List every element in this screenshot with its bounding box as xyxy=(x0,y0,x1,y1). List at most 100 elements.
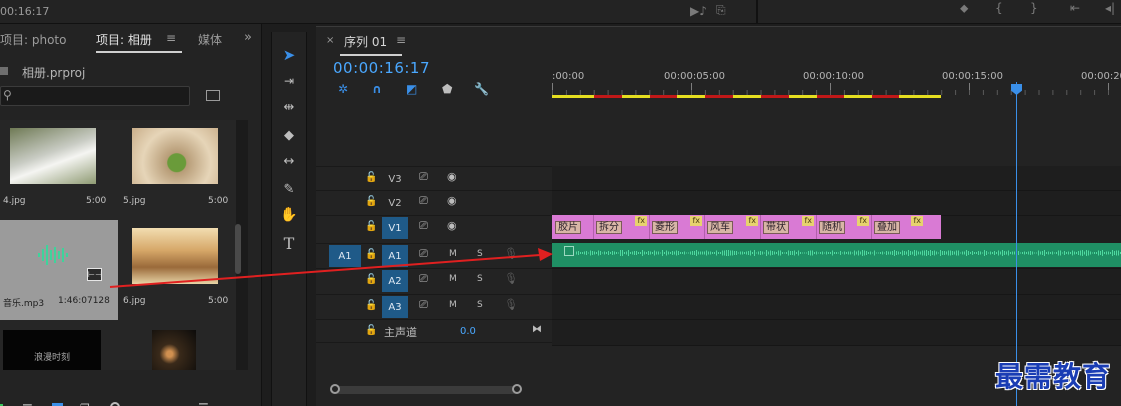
panel-overflow-icon[interactable]: » xyxy=(244,30,252,45)
solo-button[interactable]: S xyxy=(477,274,483,284)
media-item-5jpg[interactable]: 5.jpg 5:00 xyxy=(118,120,236,220)
waveform-bar xyxy=(620,250,621,256)
media-item-title[interactable]: 浪漫时刻 xyxy=(0,320,118,370)
source-patch-a1[interactable]: A1 xyxy=(329,245,361,267)
chevron-down-icon[interactable]: ⌄ xyxy=(222,401,230,406)
audio-clip-music[interactable] xyxy=(552,243,1121,267)
go-to-in-icon[interactable]: ⇤ xyxy=(1070,1,1080,15)
playhead-timecode[interactable]: 00:00:16:17 xyxy=(333,59,430,77)
tab-menu-icon[interactable]: ≡ xyxy=(166,31,176,45)
video-clip[interactable]: 拆分 fx xyxy=(594,215,650,239)
media-item-4jpg[interactable]: 4.jpg 5:00 xyxy=(0,120,118,220)
track-target-v1[interactable]: V1 xyxy=(382,217,408,239)
freeform-view-icon[interactable]: ❐ xyxy=(80,402,90,406)
lock-icon[interactable]: 🔓 xyxy=(365,196,377,207)
type-tool-icon[interactable]: T xyxy=(276,232,302,254)
lock-icon[interactable]: 🔓 xyxy=(365,325,377,336)
lock-icon[interactable]: 🔓 xyxy=(365,172,377,183)
scroll-knob-right[interactable] xyxy=(512,384,522,394)
sort-icon[interactable]: ☰ xyxy=(198,401,209,406)
media-scrollbar[interactable] xyxy=(235,224,241,274)
eye-icon[interactable]: ◉ xyxy=(447,219,457,232)
transition-label[interactable]: 胶片 xyxy=(555,221,581,234)
close-icon[interactable]: × xyxy=(326,35,334,46)
video-clip[interactable]: 菱形 fx xyxy=(650,215,705,239)
go-to-master-icon[interactable]: ⧓ xyxy=(532,324,542,335)
in-point-icon[interactable]: { xyxy=(995,1,1003,15)
waveform-bar xyxy=(870,251,871,255)
transition-label[interactable]: 拆分 xyxy=(596,221,622,234)
eye-icon[interactable]: ◉ xyxy=(447,194,457,207)
sequence-tab[interactable]: 序列 01 xyxy=(344,33,387,50)
transition-label[interactable]: 叠加 xyxy=(874,221,900,234)
lock-icon[interactable]: 🔓 xyxy=(365,300,377,311)
list-view-icon[interactable]: ☰ xyxy=(22,402,33,406)
sync-lock-icon[interactable]: ⎚ xyxy=(419,170,428,184)
video-clip[interactable]: 带状 fx xyxy=(761,215,817,239)
eye-icon[interactable]: ◉ xyxy=(447,170,457,183)
lock-icon[interactable]: 🔓 xyxy=(365,274,377,285)
mute-button[interactable]: M xyxy=(449,300,457,310)
mic-icon[interactable]: 🎙 xyxy=(504,247,518,260)
step-back-icon[interactable]: ◂| xyxy=(1105,1,1115,15)
scroll-knob-left[interactable] xyxy=(330,384,340,394)
razor-tool-icon[interactable]: ◆ xyxy=(276,124,302,146)
snap-nest-icon[interactable]: ✲ xyxy=(338,82,348,96)
mute-button[interactable]: M xyxy=(449,249,457,259)
transition-label[interactable]: 随机 xyxy=(819,221,845,234)
sync-lock-icon[interactable]: ⎚ xyxy=(419,298,428,312)
lock-icon[interactable]: 🔓 xyxy=(365,221,377,232)
tab-menu-icon[interactable]: ≡ xyxy=(396,33,406,47)
track-name[interactable]: V2 xyxy=(382,192,408,214)
video-clip[interactable]: 叠加 fx xyxy=(872,215,941,239)
mic-icon[interactable]: 🎙 xyxy=(504,298,518,311)
track-name[interactable]: V3 xyxy=(382,168,408,190)
solo-button[interactable]: S xyxy=(477,249,483,259)
video-clip[interactable]: 胶片 xyxy=(552,215,594,239)
mute-button[interactable]: M xyxy=(449,274,457,284)
video-clip[interactable]: 随机 fx xyxy=(817,215,872,239)
track-target-a3[interactable]: A3 xyxy=(382,296,408,318)
video-clip[interactable]: 风车 fx xyxy=(705,215,761,239)
transition-label[interactable]: 风车 xyxy=(707,221,733,234)
ripple-edit-tool-icon[interactable]: ⇹ xyxy=(276,96,302,118)
wrench-icon[interactable]: 🔧 xyxy=(474,82,489,96)
tab-media[interactable]: 媒体 xyxy=(198,31,224,48)
selection-tool-icon[interactable]: ➤ xyxy=(276,44,302,66)
time-ruler[interactable]: :00:00 00:00:05:00 00:00:10:00 00:00:15:… xyxy=(552,66,1121,100)
media-item-night[interactable] xyxy=(118,320,236,370)
new-bin-icon[interactable] xyxy=(206,90,220,101)
track-select-tool-icon[interactable]: ⇥ xyxy=(276,70,302,92)
track-target-a2[interactable]: A2 xyxy=(382,270,408,292)
slip-tool-icon[interactable]: ↔ xyxy=(276,150,302,172)
audio-output-icon[interactable]: ▶♪ xyxy=(690,4,707,18)
marker-icon[interactable]: ⬥ xyxy=(960,1,968,16)
project-search-input[interactable]: ⚲ xyxy=(0,86,190,106)
zoom-slider-knob[interactable] xyxy=(110,402,120,406)
linked-selection-icon[interactable]: ◩ xyxy=(406,82,417,96)
transition-label[interactable]: 菱形 xyxy=(652,221,678,234)
add-marker-icon[interactable]: ⬟ xyxy=(442,82,452,96)
hand-tool-icon[interactable]: ✋ xyxy=(276,204,302,226)
transition-label[interactable]: 带状 xyxy=(763,221,789,234)
export-frame-icon[interactable]: ⎘ xyxy=(716,3,726,18)
out-point-icon[interactable]: } xyxy=(1030,1,1038,15)
pen-tool-icon[interactable]: ✎ xyxy=(276,178,302,200)
media-item-6jpg[interactable]: 6.jpg 5:00 xyxy=(118,220,236,320)
snap-icon[interactable]: ∩ xyxy=(372,82,382,96)
tab-project-photo[interactable]: 项目: photo xyxy=(0,31,66,48)
track-target-a1[interactable]: A1 xyxy=(382,245,408,267)
sync-lock-icon[interactable]: ⎚ xyxy=(419,219,428,233)
sync-lock-icon[interactable]: ⎚ xyxy=(419,194,428,208)
solo-button[interactable]: S xyxy=(477,300,483,310)
sync-lock-icon[interactable]: ⎚ xyxy=(419,247,428,261)
tab-project-album[interactable]: 项目: 相册 xyxy=(96,31,152,48)
mic-icon[interactable]: 🎙 xyxy=(504,272,518,285)
master-volume[interactable]: 0.0 xyxy=(460,326,476,337)
lock-icon[interactable]: 🔓 xyxy=(365,249,377,260)
sync-lock-icon[interactable]: ⎚ xyxy=(419,272,428,286)
track-area[interactable]: 胶片 拆分 fx 菱形 fx 风车 fx 带状 fx 随机 fx 叠加 fx xyxy=(552,166,1121,346)
media-item-music-mp3[interactable]: ⊢⊣ 音乐.mp3 1:46:07128 xyxy=(0,220,118,320)
timeline-zoom-scrollbar[interactable] xyxy=(330,384,522,394)
waveform-bar xyxy=(830,252,831,254)
